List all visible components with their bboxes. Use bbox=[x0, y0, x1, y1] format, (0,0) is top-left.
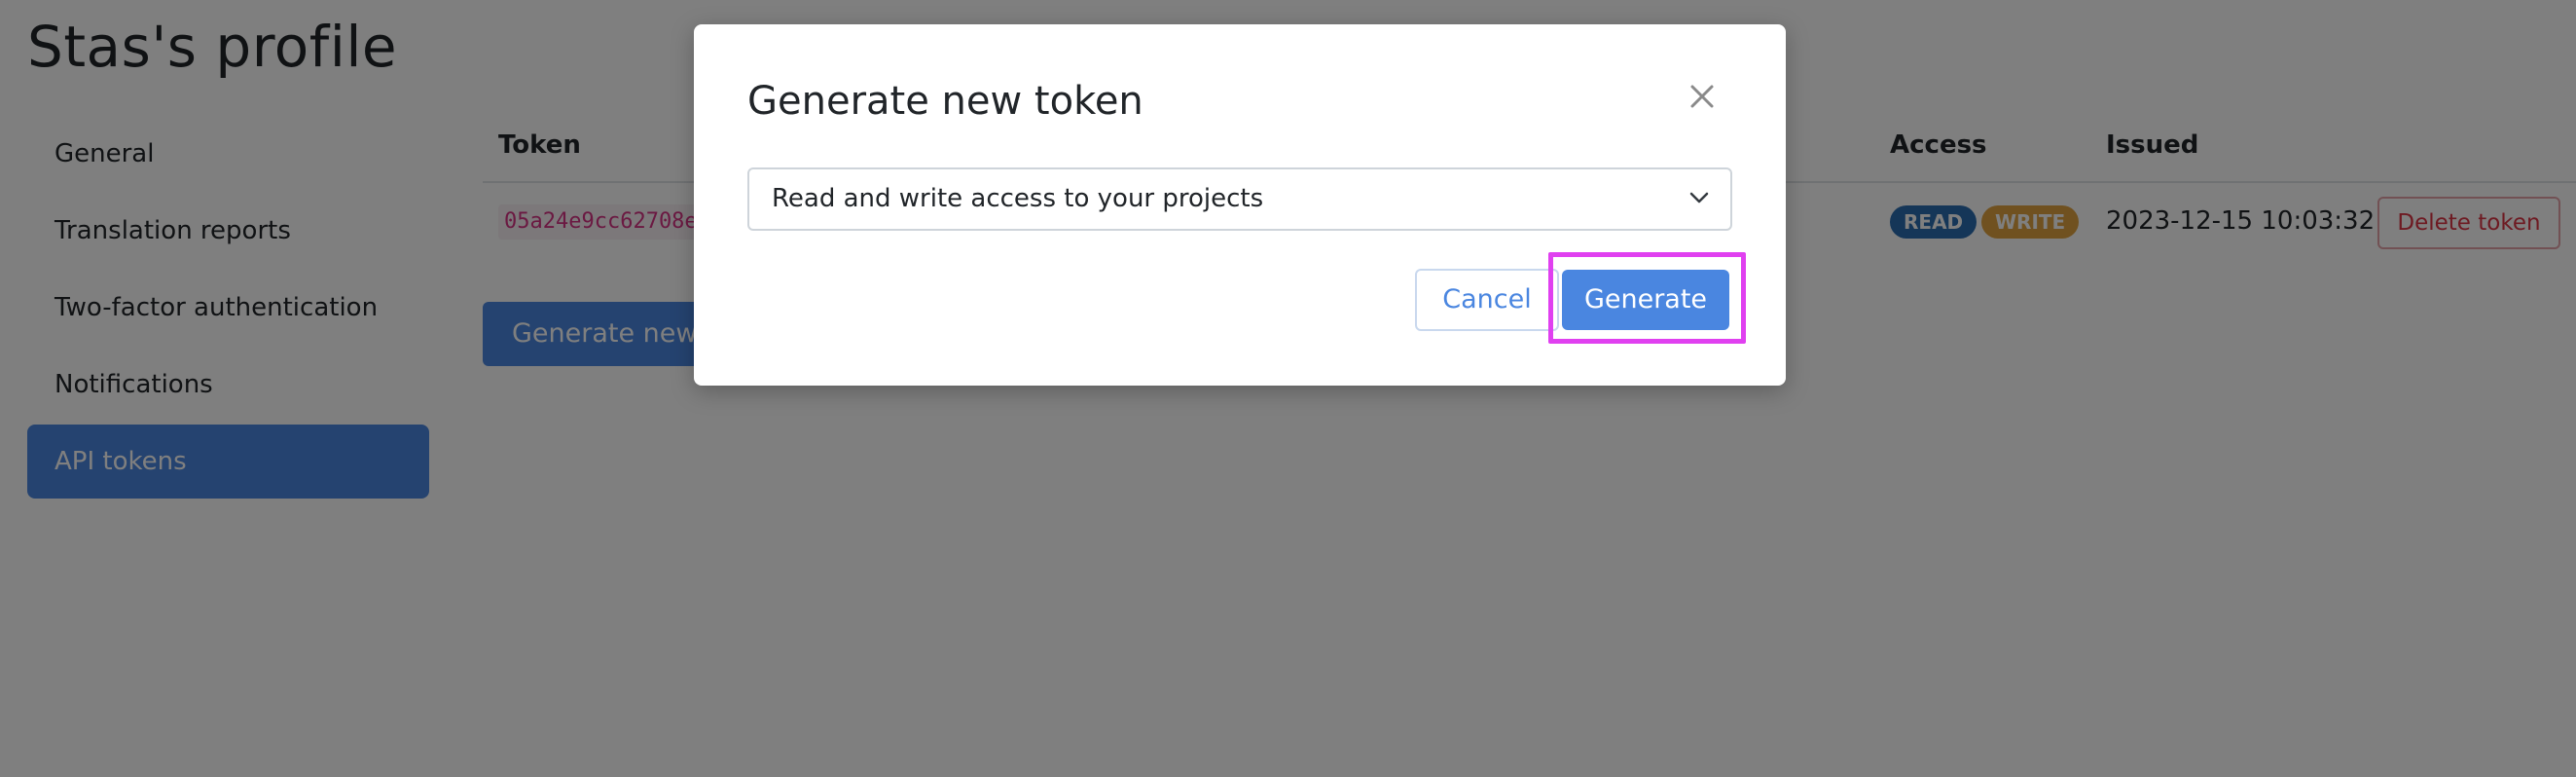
cancel-button[interactable]: Cancel bbox=[1415, 269, 1559, 331]
modal-title: Generate new token bbox=[747, 79, 1143, 124]
chevron-down-icon bbox=[1689, 192, 1709, 204]
generate-button[interactable]: Generate bbox=[1562, 270, 1729, 330]
profile-page: Stas's profile General Translation repor… bbox=[0, 0, 2576, 777]
access-level-select[interactable]: Read and write access to your projects bbox=[747, 167, 1732, 231]
access-level-selected-value: Read and write access to your projects bbox=[772, 184, 1264, 213]
close-icon[interactable] bbox=[1685, 79, 1720, 114]
generate-token-modal: Generate new token Read and write access… bbox=[694, 24, 1786, 386]
